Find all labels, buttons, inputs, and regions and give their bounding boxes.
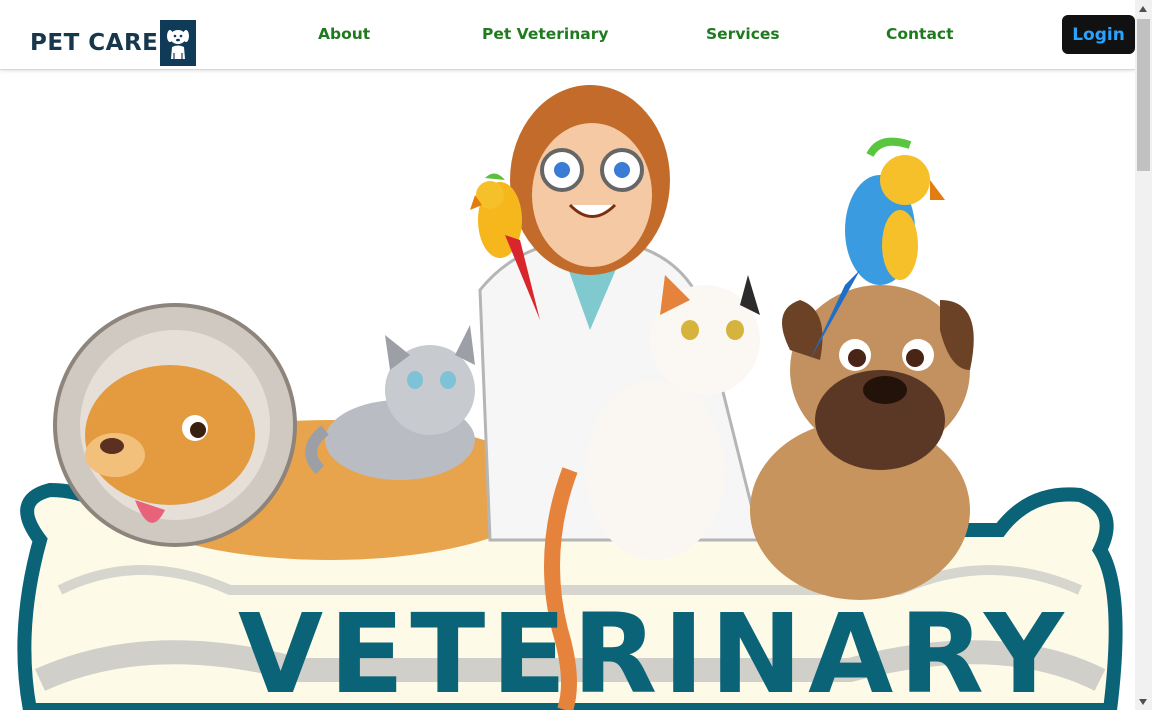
dog-icon bbox=[160, 20, 197, 66]
gray-cat-illustration bbox=[305, 325, 475, 480]
banner-text: VETERINARY bbox=[238, 590, 1070, 710]
scroll-down-icon[interactable] bbox=[1139, 699, 1147, 705]
scrollbar[interactable] bbox=[1135, 0, 1152, 710]
pug-dog-illustration bbox=[750, 285, 974, 600]
page: PET CARE About Pet Veterinary Services C… bbox=[0, 0, 1135, 710]
nav-link-contact[interactable]: Contact bbox=[886, 25, 954, 43]
brand-logo[interactable]: PET CARE bbox=[30, 20, 197, 66]
scrollbar-thumb[interactable] bbox=[1137, 19, 1150, 171]
navbar: PET CARE About Pet Veterinary Services C… bbox=[0, 0, 1135, 70]
nav-link-services[interactable]: Services bbox=[706, 25, 780, 43]
brand-name: PET CARE bbox=[30, 30, 159, 56]
nav-link-pet-veterinary[interactable]: Pet Veterinary bbox=[482, 25, 608, 43]
scroll-up-icon[interactable] bbox=[1139, 6, 1147, 12]
login-button[interactable]: Login bbox=[1062, 15, 1135, 54]
hero-illustration: VETERINARY bbox=[0, 70, 1135, 710]
nav-link-about[interactable]: About bbox=[318, 25, 370, 43]
dog-with-cone-illustration bbox=[53, 303, 550, 560]
